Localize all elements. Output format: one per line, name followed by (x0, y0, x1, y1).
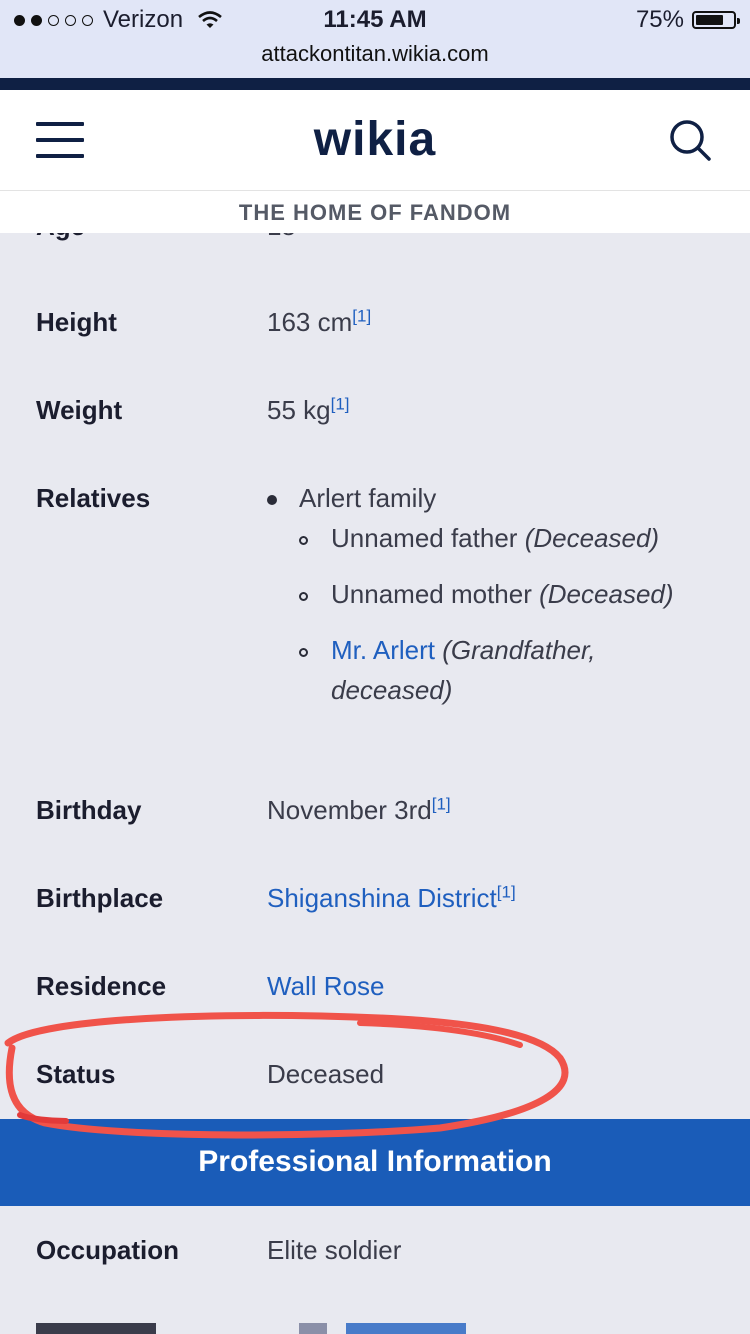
wikia-logo[interactable]: wikia (0, 112, 750, 167)
battery-percent: 75% (635, 6, 684, 33)
battery-status: 75% (635, 6, 740, 34)
cutoff-label-fragment (36, 1323, 156, 1334)
relative-item: Unnamed mother (Deceased) (331, 579, 674, 609)
wall-rose-link[interactable]: Wall Rose (267, 971, 385, 1002)
relative-item: Mr. Arlert (Grandfather, (331, 635, 596, 665)
status-value: Deceased (267, 1059, 385, 1089)
bullet-icon (267, 495, 277, 505)
battery-icon (692, 11, 740, 29)
reference-link[interactable]: [1] (352, 306, 371, 325)
birthplace-label: Birthplace (36, 883, 164, 913)
weight-value: 55 kg[1] (267, 394, 350, 425)
thumbnail-fragment (299, 1323, 327, 1334)
occupation-value: Elite soldier (267, 1235, 402, 1265)
height-value: 163 cm[1] (267, 306, 372, 337)
search-icon[interactable] (668, 118, 712, 162)
birthday-label: Birthday (36, 795, 142, 825)
sub-bullet-icon (299, 648, 308, 657)
height-label: Height (36, 307, 117, 337)
age-label: Age (36, 233, 85, 242)
sub-bullet-icon (299, 592, 308, 601)
birthplace-value: Shiganshina District[1] (267, 883, 516, 914)
birthday-value: November 3rd[1] (267, 794, 451, 825)
tagline-bar: THE HOME OF FANDOM (0, 191, 750, 233)
reference-link[interactable]: [1] (331, 394, 350, 413)
section-title: Professional Information (198, 1145, 552, 1178)
professional-information-header[interactable]: Professional Information (0, 1119, 750, 1206)
occupation-label: Occupation (36, 1235, 180, 1265)
relative-note: deceased) (331, 675, 453, 705)
address-bar-url[interactable]: attackontitan.wikia.com (0, 41, 750, 67)
residence-label: Residence (36, 971, 167, 1001)
cutoff-link-fragment (346, 1323, 466, 1334)
shiganshina-link[interactable]: Shiganshina District (267, 883, 497, 913)
relatives-label: Relatives (36, 483, 151, 513)
status-label: Status (36, 1059, 116, 1089)
age-value: 15 (267, 233, 296, 242)
status-bar: Verizon 11:45 AM 75% attackontitan.wikia… (0, 0, 750, 80)
sub-bullet-icon (299, 536, 308, 545)
weight-label: Weight (36, 395, 123, 425)
arlert-family-link[interactable]: Arlert family (299, 483, 436, 514)
reference-link[interactable]: [1] (497, 882, 516, 901)
header-accent-line (0, 78, 750, 90)
reference-link[interactable]: [1] (432, 794, 451, 813)
site-header: wikia (0, 90, 750, 191)
mr-arlert-link[interactable]: Mr. Arlert (331, 635, 435, 665)
relative-item: Unnamed father (Deceased) (331, 523, 660, 553)
site-tagline: THE HOME OF FANDOM (238, 200, 512, 225)
infobox: Age 15 Height 163 cm[1] Weight 55 kg[1] … (0, 233, 750, 1334)
